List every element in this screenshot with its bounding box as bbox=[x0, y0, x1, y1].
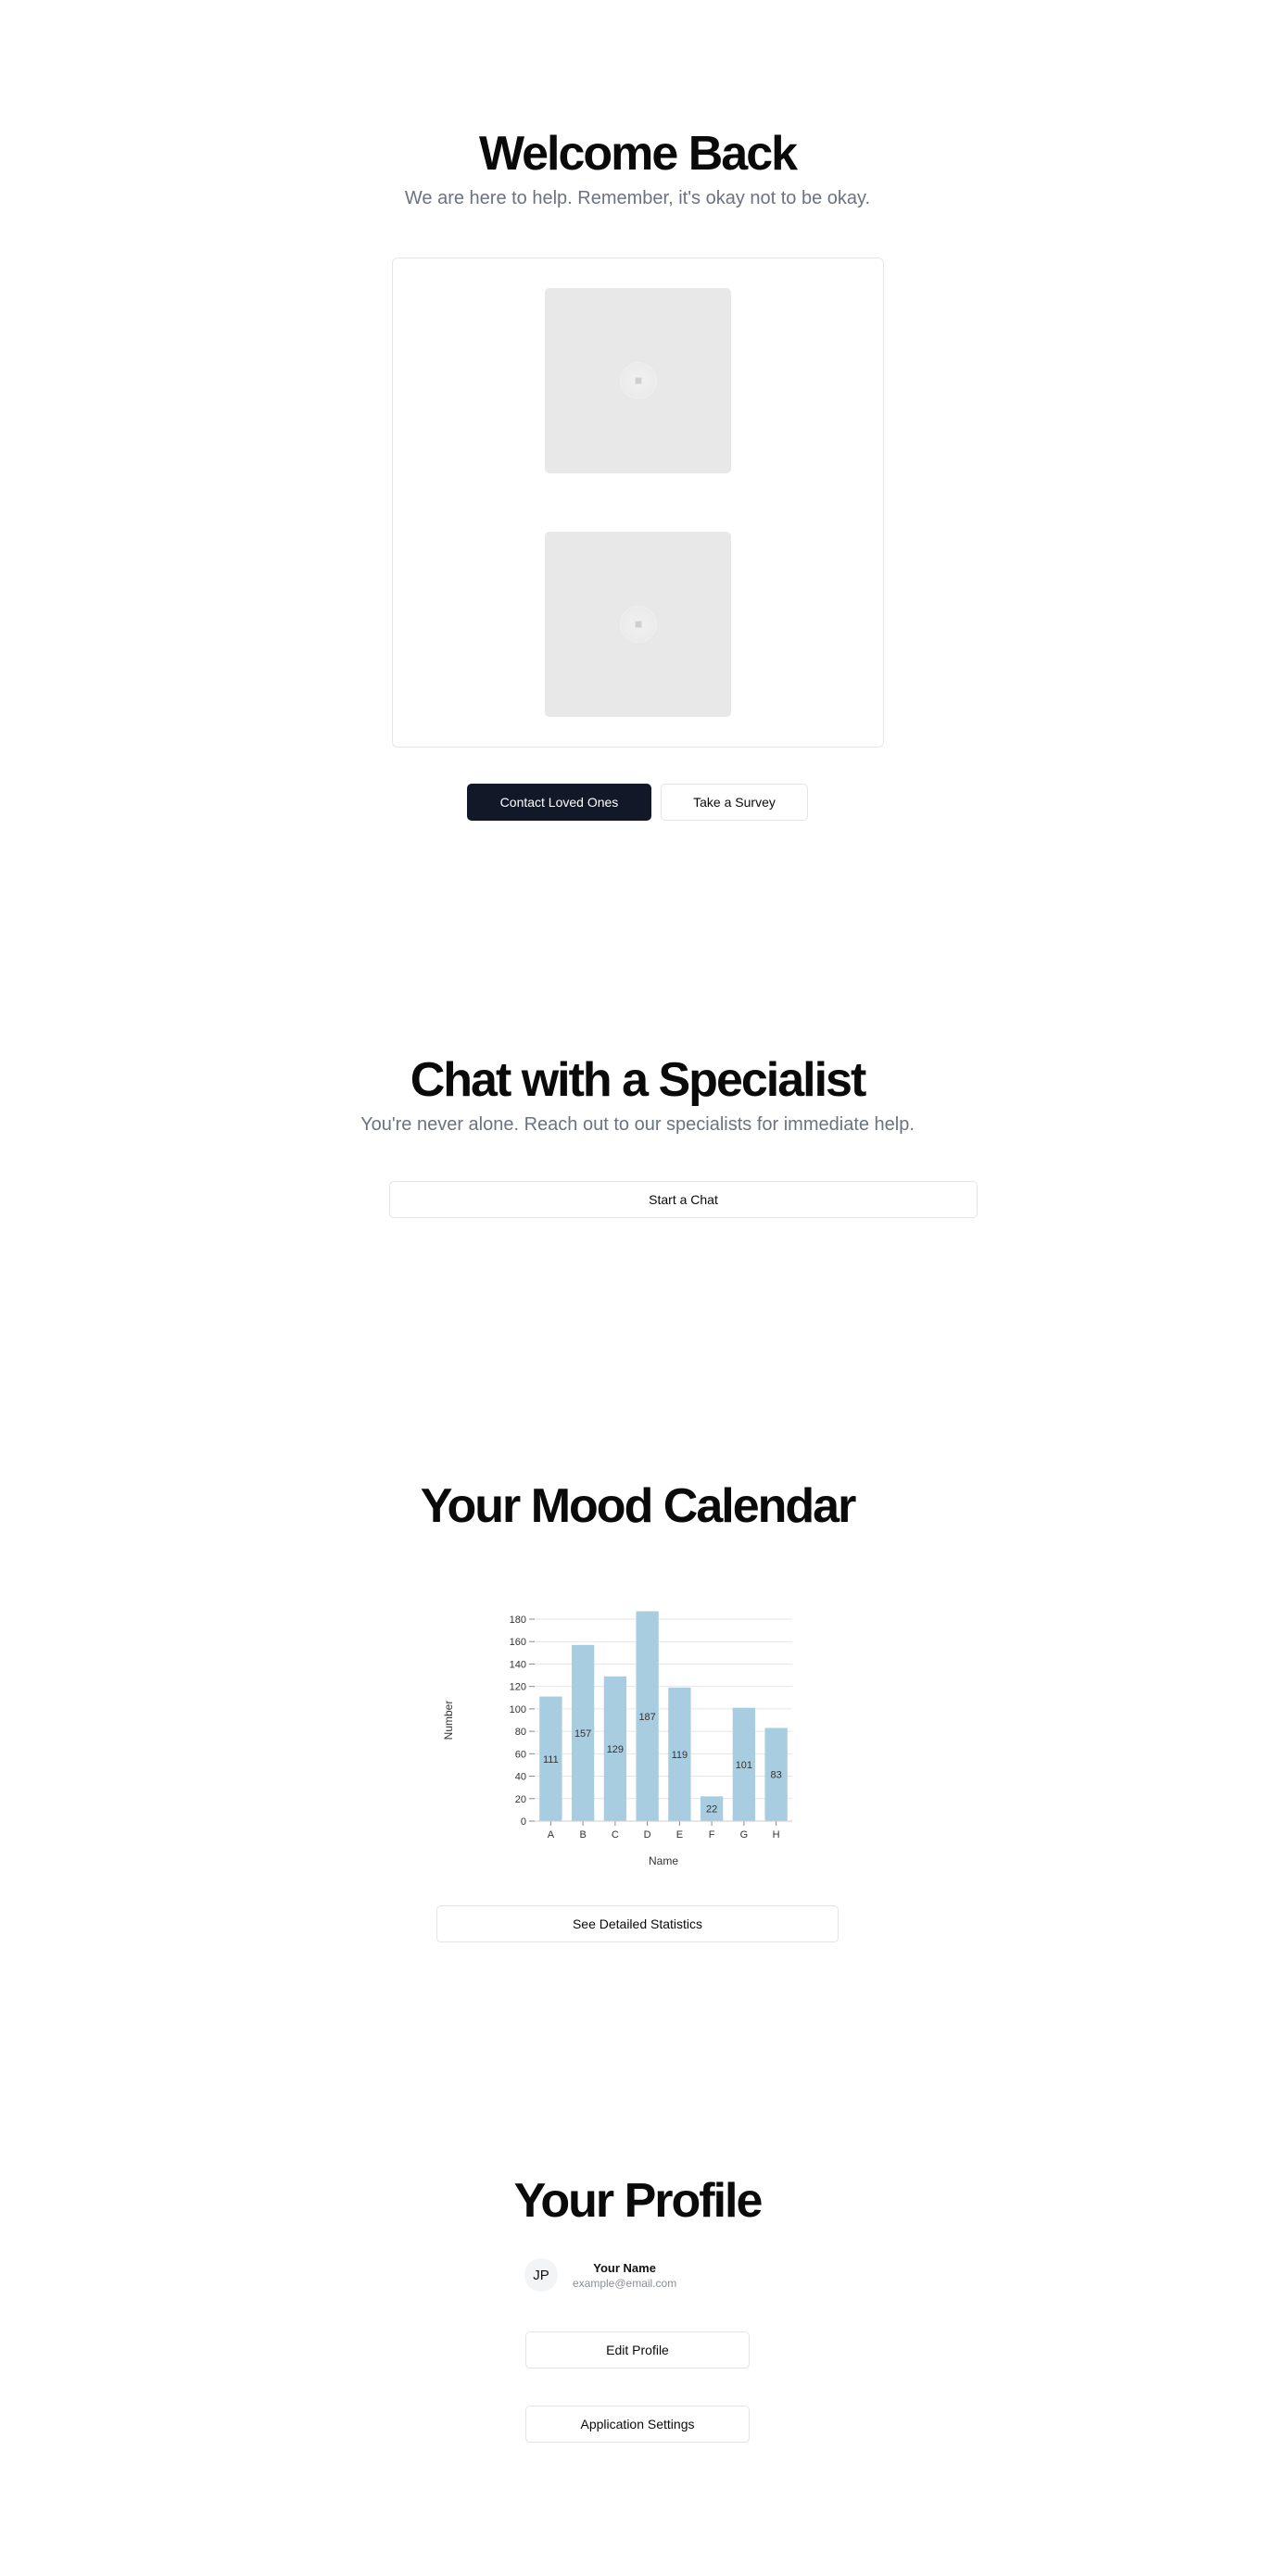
welcome-section: Welcome Back We are here to help. Rememb… bbox=[0, 125, 1275, 209]
profile-card: JP Your Name example@email.com bbox=[524, 2258, 676, 2292]
bar-value-label: 22 bbox=[706, 1804, 717, 1816]
bar-value-label: 157 bbox=[574, 1728, 591, 1740]
image-placeholder-icon bbox=[619, 606, 657, 643]
image-carousel bbox=[392, 258, 884, 748]
x-tick-label: D bbox=[644, 1829, 651, 1841]
y-tick-label: 60 bbox=[515, 1749, 526, 1760]
x-axis-label: Name bbox=[649, 1854, 678, 1867]
chat-title: Chat with a Specialist bbox=[410, 1053, 867, 1107]
y-tick-label: 0 bbox=[521, 1816, 526, 1828]
y-tick-label: 160 bbox=[510, 1637, 526, 1648]
application-settings-button[interactable]: Application Settings bbox=[525, 2406, 750, 2443]
edit-profile-button[interactable]: Edit Profile bbox=[525, 2331, 750, 2369]
bar-value-label: 83 bbox=[771, 1770, 782, 1781]
y-axis-label: Number bbox=[442, 1701, 455, 1740]
avatar: JP bbox=[524, 2258, 558, 2292]
x-tick-label: G bbox=[740, 1829, 749, 1841]
x-tick-label: B bbox=[579, 1829, 586, 1841]
chat-subtitle: You're never alone. Reach out to our spe… bbox=[360, 1114, 915, 1136]
take-survey-button[interactable]: Take a Survey bbox=[661, 784, 808, 821]
x-tick-label: H bbox=[773, 1829, 780, 1841]
see-detailed-statistics-button[interactable]: See Detailed Statistics bbox=[436, 1905, 839, 1942]
profile-name: Your Name bbox=[593, 2260, 656, 2275]
bar-value-label: 119 bbox=[672, 1750, 688, 1761]
mood-title: Your Mood Calendar bbox=[420, 1479, 857, 1533]
y-tick-label: 80 bbox=[515, 1727, 526, 1738]
y-tick-label: 120 bbox=[510, 1682, 526, 1693]
profile-email: example@email.com bbox=[573, 2276, 677, 2290]
y-tick-label: 140 bbox=[510, 1659, 526, 1670]
x-tick-label: E bbox=[676, 1829, 683, 1841]
y-tick-label: 20 bbox=[515, 1794, 526, 1805]
mood-bar-chart: 0 20 40 60 80 100 120 140 160 180 111 A 157 B 129 C 187 D… bbox=[442, 1611, 792, 1867]
profile-section: Your Profile bbox=[0, 2172, 1275, 2230]
x-tick-label: C bbox=[612, 1829, 619, 1841]
chat-section: Chat with a Specialist You're never alon… bbox=[0, 1051, 1275, 1136]
y-tick-label: 40 bbox=[515, 1772, 526, 1783]
welcome-actions: Contact Loved Ones Take a Survey bbox=[0, 784, 1275, 821]
y-tick-label: 180 bbox=[510, 1615, 526, 1626]
welcome-subtitle: We are here to help. Remember, it's okay… bbox=[404, 188, 871, 209]
contact-loved-ones-button[interactable]: Contact Loved Ones bbox=[467, 784, 651, 821]
bar-value-label: 101 bbox=[736, 1760, 752, 1771]
x-tick-label: F bbox=[709, 1829, 715, 1841]
bar-value-label: 129 bbox=[607, 1744, 624, 1755]
mood-section: Your Mood Calendar bbox=[0, 1477, 1275, 1535]
bar-value-label: 187 bbox=[638, 1712, 655, 1723]
image-placeholder bbox=[545, 532, 731, 717]
profile-title: Your Profile bbox=[513, 2174, 764, 2228]
image-placeholder bbox=[545, 288, 731, 473]
image-placeholder-icon bbox=[619, 362, 657, 399]
start-chat-button[interactable]: Start a Chat bbox=[389, 1181, 978, 1218]
welcome-title: Welcome Back bbox=[478, 127, 798, 181]
x-tick-label: A bbox=[548, 1829, 555, 1841]
bar-value-label: 111 bbox=[543, 1754, 559, 1766]
y-tick-label: 100 bbox=[510, 1704, 526, 1715]
